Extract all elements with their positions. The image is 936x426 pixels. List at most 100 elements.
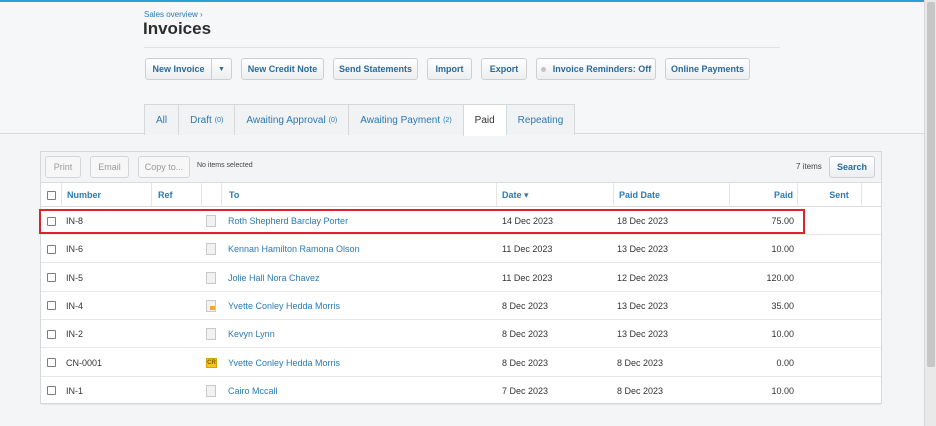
search-button[interactable]: Search	[829, 156, 875, 178]
contact-name-link[interactable]: Cairo Mccall	[228, 377, 488, 405]
invoice-reminders-button[interactable]: Invoice Reminders: Off	[536, 58, 656, 80]
invoice-number: IN-1	[66, 385, 84, 396]
tab-awaiting-approval[interactable]: Awaiting Approval (0)	[234, 104, 349, 135]
column-date[interactable]: Date ▾	[502, 183, 529, 207]
paid-amount: 35.00	[771, 300, 794, 311]
invoice-number: IN-6	[66, 244, 84, 255]
invoice-date: 7 Dec 2023	[502, 385, 549, 396]
column-separator	[613, 183, 614, 207]
document-icon	[206, 328, 216, 341]
table-row[interactable]: IN-6 Kennan Hamilton Ramona Olson 11 Dec 2…	[41, 235, 881, 264]
invoice-ref	[158, 235, 198, 263]
invoice-list-panel: Print Email Copy to... No items selected…	[40, 151, 882, 405]
column-paid[interactable]: Paid	[731, 183, 793, 207]
print-button[interactable]: Print	[45, 156, 81, 178]
tab-paid[interactable]: Paid	[462, 104, 506, 136]
tab-count: (0)	[214, 116, 224, 124]
tab-label: Repeating	[517, 114, 564, 126]
tab-label: Draft	[190, 114, 212, 126]
invoice-ref	[158, 264, 198, 292]
copy-to-button[interactable]: Copy to...	[138, 156, 190, 178]
table-row[interactable]: CN-0001 CR Yvette Conley Hedda Morris 8 Dec…	[41, 349, 881, 377]
highlighted-row-outline	[39, 209, 805, 234]
paid-amount: 0.00	[776, 357, 794, 368]
invoice-date: 11 Dec 2023	[502, 272, 553, 283]
page-scrollbar[interactable]	[924, 0, 936, 426]
tab-label: All	[156, 114, 168, 126]
paid-amount: 10.00	[771, 385, 794, 396]
table-row[interactable]: IN-1 Cairo Mccall 7 Dec 2023 8 Dec 2023 10.0…	[41, 377, 881, 405]
tab-all[interactable]: All	[144, 104, 179, 135]
column-separator	[151, 183, 152, 207]
row-checkbox[interactable]	[47, 377, 56, 405]
row-checkbox[interactable]	[47, 320, 56, 348]
invoice-ref	[158, 320, 198, 348]
row-checkbox[interactable]	[47, 235, 56, 263]
invoice-date: 11 Dec 2023	[502, 244, 553, 255]
paid-amount: 10.00	[771, 244, 794, 255]
header-divider	[144, 47, 780, 48]
document-icon	[206, 243, 216, 256]
chevron-down-icon[interactable]: ▼	[212, 59, 231, 79]
selection-status: No items selected	[197, 162, 253, 169]
tab-awaiting-payment[interactable]: Awaiting Payment (2)	[348, 104, 463, 135]
paid-date: 8 Dec 2023	[617, 385, 664, 396]
row-checkbox[interactable]	[47, 349, 56, 377]
table-row[interactable]: IN-4 Yvette Conley Hedda Morris 8 Dec 2023…	[41, 292, 881, 320]
export-button[interactable]: Export	[481, 58, 527, 80]
breadcrumb[interactable]: Sales overview ›	[144, 10, 203, 19]
online-payments-button[interactable]: Online Payments	[665, 58, 750, 80]
paid-date: 8 Dec 2023	[617, 357, 664, 368]
column-separator	[496, 183, 497, 207]
invoice-date: 8 Dec 2023	[502, 300, 549, 311]
items-count: 7 items	[796, 162, 822, 171]
tab-repeating[interactable]: Repeating	[505, 104, 576, 135]
contact-name-link[interactable]: Yvette Conley Hedda Morris	[228, 349, 488, 377]
column-sent[interactable]: Sent	[799, 183, 879, 207]
tab-label: Paid	[474, 115, 495, 126]
scrollbar-thumb[interactable]	[927, 2, 935, 367]
row-checkbox[interactable]	[47, 264, 56, 292]
contact-name-link[interactable]: Yvette Conley Hedda Morris	[228, 292, 488, 320]
column-separator	[201, 183, 202, 207]
invoice-number: IN-5	[66, 272, 84, 283]
select-all-checkbox[interactable]	[47, 183, 56, 207]
column-to[interactable]: To	[229, 183, 239, 207]
table-row[interactable]: IN-2 Kevyn Lynn 8 Dec 2023 13 Dec 2023 10.00	[41, 320, 881, 349]
column-separator	[797, 183, 798, 207]
tab-draft[interactable]: Draft (0)	[178, 104, 235, 135]
column-number[interactable]: Number	[67, 183, 101, 207]
tab-label: Awaiting Approval	[246, 114, 326, 126]
tab-label: Awaiting Payment	[360, 114, 441, 126]
import-button[interactable]: Import	[427, 58, 472, 80]
row-checkbox[interactable]	[47, 292, 56, 320]
table-row[interactable]: IN-5 Jolie Hall Nora Chavez 11 Dec 2023 12 …	[41, 264, 881, 292]
paid-date: 13 Dec 2023	[617, 329, 669, 340]
invoice-date: 8 Dec 2023	[502, 329, 549, 340]
tab-count: (0)	[328, 116, 338, 124]
paid-date: 13 Dec 2023	[617, 244, 669, 255]
column-paid-date[interactable]: Paid Date	[619, 183, 660, 207]
new-invoice-split-button: New Invoice ▼	[145, 58, 232, 80]
contact-name-link[interactable]: Kevyn Lynn	[228, 320, 488, 348]
send-statements-button[interactable]: Send Statements	[333, 58, 418, 80]
paid-amount: 10.00	[771, 329, 794, 340]
tab-count: (2)	[443, 116, 452, 124]
status-dot-icon	[540, 66, 546, 72]
invoice-status-tabs: All Draft (0) Awaiting Approval (0) Awaiti…	[144, 104, 576, 136]
invoice-number: CN-0001	[66, 357, 103, 368]
paid-date: 13 Dec 2023	[617, 300, 669, 311]
email-button[interactable]: Email	[90, 156, 129, 178]
new-credit-note-button[interactable]: New Credit Note	[241, 58, 324, 80]
document-icon	[206, 384, 216, 397]
invoice-ref	[158, 377, 198, 405]
document-icon	[206, 271, 216, 284]
invoice-date: 8 Dec 2023	[502, 357, 549, 368]
column-separator	[221, 183, 222, 207]
table-header: Number Ref To Date ▾ Paid Date Paid Sent	[41, 183, 881, 207]
contact-name-link[interactable]: Kennan Hamilton Ramona Olson	[228, 235, 488, 263]
column-ref[interactable]: Ref	[158, 183, 173, 207]
new-invoice-button[interactable]: New Invoice	[146, 59, 212, 79]
invoice-ref	[158, 349, 198, 377]
contact-name-link[interactable]: Jolie Hall Nora Chavez	[228, 264, 488, 292]
